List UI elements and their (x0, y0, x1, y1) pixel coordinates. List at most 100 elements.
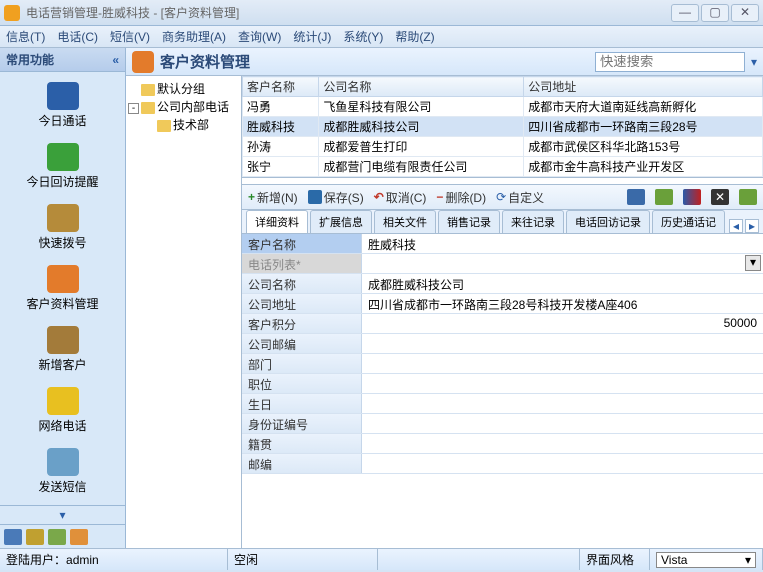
grid-cell: 成都营门电缆有限责任公司 (319, 157, 524, 177)
form-value[interactable] (362, 394, 763, 413)
form-value[interactable]: 胜威科技 (362, 234, 763, 253)
sidebar-item[interactable]: 发送短信 (0, 442, 125, 503)
form-row[interactable]: 客户名称胜威科技 (242, 234, 763, 254)
form-value[interactable] (362, 334, 763, 353)
sidebar-item[interactable]: 新增客户 (0, 320, 125, 381)
tab[interactable]: 历史通话记 (652, 210, 725, 233)
sidebar-item-label: 新增客户 (2, 356, 123, 373)
form-row[interactable]: 电话列表*▾ (242, 254, 763, 274)
status-idle: 空闲 (234, 551, 258, 568)
form-value[interactable] (362, 434, 763, 453)
grid-header[interactable]: 客户名称 (243, 77, 319, 97)
form-row[interactable]: 公司名称成都胜威科技公司 (242, 274, 763, 294)
form-row[interactable]: 邮编 (242, 454, 763, 474)
footer-icon-3[interactable] (48, 529, 66, 545)
save-button[interactable]: 保存(S) (308, 189, 364, 206)
footer-icon-2[interactable] (26, 529, 44, 545)
table-row[interactable]: 张宁成都营门电缆有限责任公司成都市金牛高科技产业开发区 (243, 157, 763, 177)
tree-node[interactable]: 默认分组 (128, 80, 239, 98)
search-dropdown-icon[interactable]: ▾ (751, 55, 757, 69)
table-row[interactable]: 冯勇飞鱼星科技有限公司成都市天府大道南延线高新孵化 (243, 97, 763, 117)
menu-item[interactable]: 短信(V) (110, 28, 150, 45)
sidebar-item-icon (47, 82, 79, 110)
delete-button[interactable]: − 删除(D) (436, 189, 486, 206)
menu-item[interactable]: 电话(C) (57, 28, 98, 45)
sidebar-item[interactable]: 快速拨号 (0, 198, 125, 259)
tool-icon-1[interactable] (627, 189, 645, 205)
table-row[interactable]: 孙涛成都爱普生打印成都市武侯区科华北路153号 (243, 137, 763, 157)
custom-button[interactable]: ⟳ 自定义 (496, 189, 544, 206)
form-value[interactable]: ▾ (362, 254, 763, 273)
form-row[interactable]: 公司地址四川省成都市一环路南三段28号科技开发楼A座406 (242, 294, 763, 314)
tree-expand-icon[interactable]: - (128, 103, 139, 114)
menu-item[interactable]: 信息(T) (6, 28, 45, 45)
sidebar-item-icon (47, 265, 79, 293)
form-label: 邮编 (242, 454, 362, 473)
tree-node[interactable]: -公司内部电话 (128, 98, 239, 116)
cancel-button[interactable]: ↶ 取消(C) (374, 189, 427, 206)
form-value[interactable]: 四川省成都市一环路南三段28号科技开发楼A座406 (362, 294, 763, 313)
tab[interactable]: 销售记录 (438, 210, 500, 233)
search-input[interactable] (595, 52, 745, 72)
form-value[interactable] (362, 414, 763, 433)
tab-nav-icon[interactable]: ▸ (745, 219, 759, 233)
theme-select[interactable]: Vista ▾ (656, 552, 756, 568)
table-row[interactable]: 胜威科技成都胜威科技公司四川省成都市一环路南三段28号 (243, 117, 763, 137)
tool-icon-close[interactable]: ✕ (711, 189, 729, 205)
menu-item[interactable]: 商务助理(A) (162, 28, 226, 45)
folder-icon (141, 102, 155, 114)
footer-icon-1[interactable] (4, 529, 22, 545)
customer-grid: 客户名称公司名称公司地址冯勇飞鱼星科技有限公司成都市天府大道南延线高新孵化胜威科… (242, 76, 763, 178)
grid-header[interactable]: 公司地址 (524, 77, 763, 97)
sidebar-item[interactable]: 今日回访提醒 (0, 137, 125, 198)
tab[interactable]: 相关文件 (374, 210, 436, 233)
tool-icon-2[interactable] (655, 189, 673, 205)
sidebar-item[interactable]: 网络电话 (0, 381, 125, 442)
form-value[interactable] (362, 374, 763, 393)
menu-item[interactable]: 统计(J) (293, 28, 331, 45)
tab[interactable]: 电话回访记录 (566, 210, 650, 233)
tab-nav-icon[interactable]: ◂ (729, 219, 743, 233)
form-value[interactable]: 成都胜威科技公司 (362, 274, 763, 293)
tab[interactable]: 扩展信息 (310, 210, 372, 233)
sidebar-item[interactable]: 客户资料管理 (0, 259, 125, 320)
grid-header[interactable]: 公司名称 (319, 77, 524, 97)
close-button[interactable]: ✕ (731, 4, 759, 22)
dropdown-icon[interactable]: ▾ (745, 255, 761, 271)
minimize-button[interactable]: — (671, 4, 699, 22)
sidebar-item-label: 快速拨号 (2, 234, 123, 251)
sidebar-more-icon[interactable]: ▾ (0, 505, 125, 524)
detail-toolbar: + 新增(N) 保存(S) ↶ 取消(C) − 删除(D) ⟳ 自定义 ✕ (242, 184, 763, 210)
tool-icon-3[interactable] (683, 189, 701, 205)
tool-icon-4[interactable] (739, 189, 757, 205)
form-row[interactable]: 职位 (242, 374, 763, 394)
tab[interactable]: 来往记录 (502, 210, 564, 233)
add-button[interactable]: + 新增(N) (248, 189, 298, 206)
menu-item[interactable]: 查询(W) (238, 28, 281, 45)
form-row[interactable]: 部门 (242, 354, 763, 374)
detail-tabs: 详细资料扩展信息相关文件销售记录来往记录电话回访记录历史通话记 ◂▸ (242, 210, 763, 234)
sidebar-item-icon (47, 143, 79, 171)
status-user: admin (66, 553, 99, 567)
form-value[interactable] (362, 354, 763, 373)
menu-item[interactable]: 帮助(Z) (395, 28, 434, 45)
tab[interactable]: 详细资料 (246, 210, 308, 233)
grid-cell: 成都市天府大道南延线高新孵化 (524, 97, 763, 117)
folder-icon (157, 120, 171, 132)
form-row[interactable]: 身份证编号 (242, 414, 763, 434)
form-label: 公司名称 (242, 274, 362, 293)
sidebar-item[interactable]: 今日通话 (0, 76, 125, 137)
tree-node[interactable]: 技术部 (128, 116, 239, 134)
sidebar-collapse-icon[interactable]: « (112, 53, 119, 67)
form-row[interactable]: 生日 (242, 394, 763, 414)
form-row[interactable]: 客户积分50000 (242, 314, 763, 334)
form-row[interactable]: 籍贯 (242, 434, 763, 454)
form-value[interactable]: 50000 (362, 314, 763, 333)
footer-icon-4[interactable] (70, 529, 88, 545)
maximize-button[interactable]: ▢ (701, 4, 729, 22)
sidebar-item-icon (47, 387, 79, 415)
form-row[interactable]: 公司邮编 (242, 334, 763, 354)
folder-icon (141, 84, 155, 96)
menu-item[interactable]: 系统(Y) (343, 28, 383, 45)
form-value[interactable] (362, 454, 763, 473)
